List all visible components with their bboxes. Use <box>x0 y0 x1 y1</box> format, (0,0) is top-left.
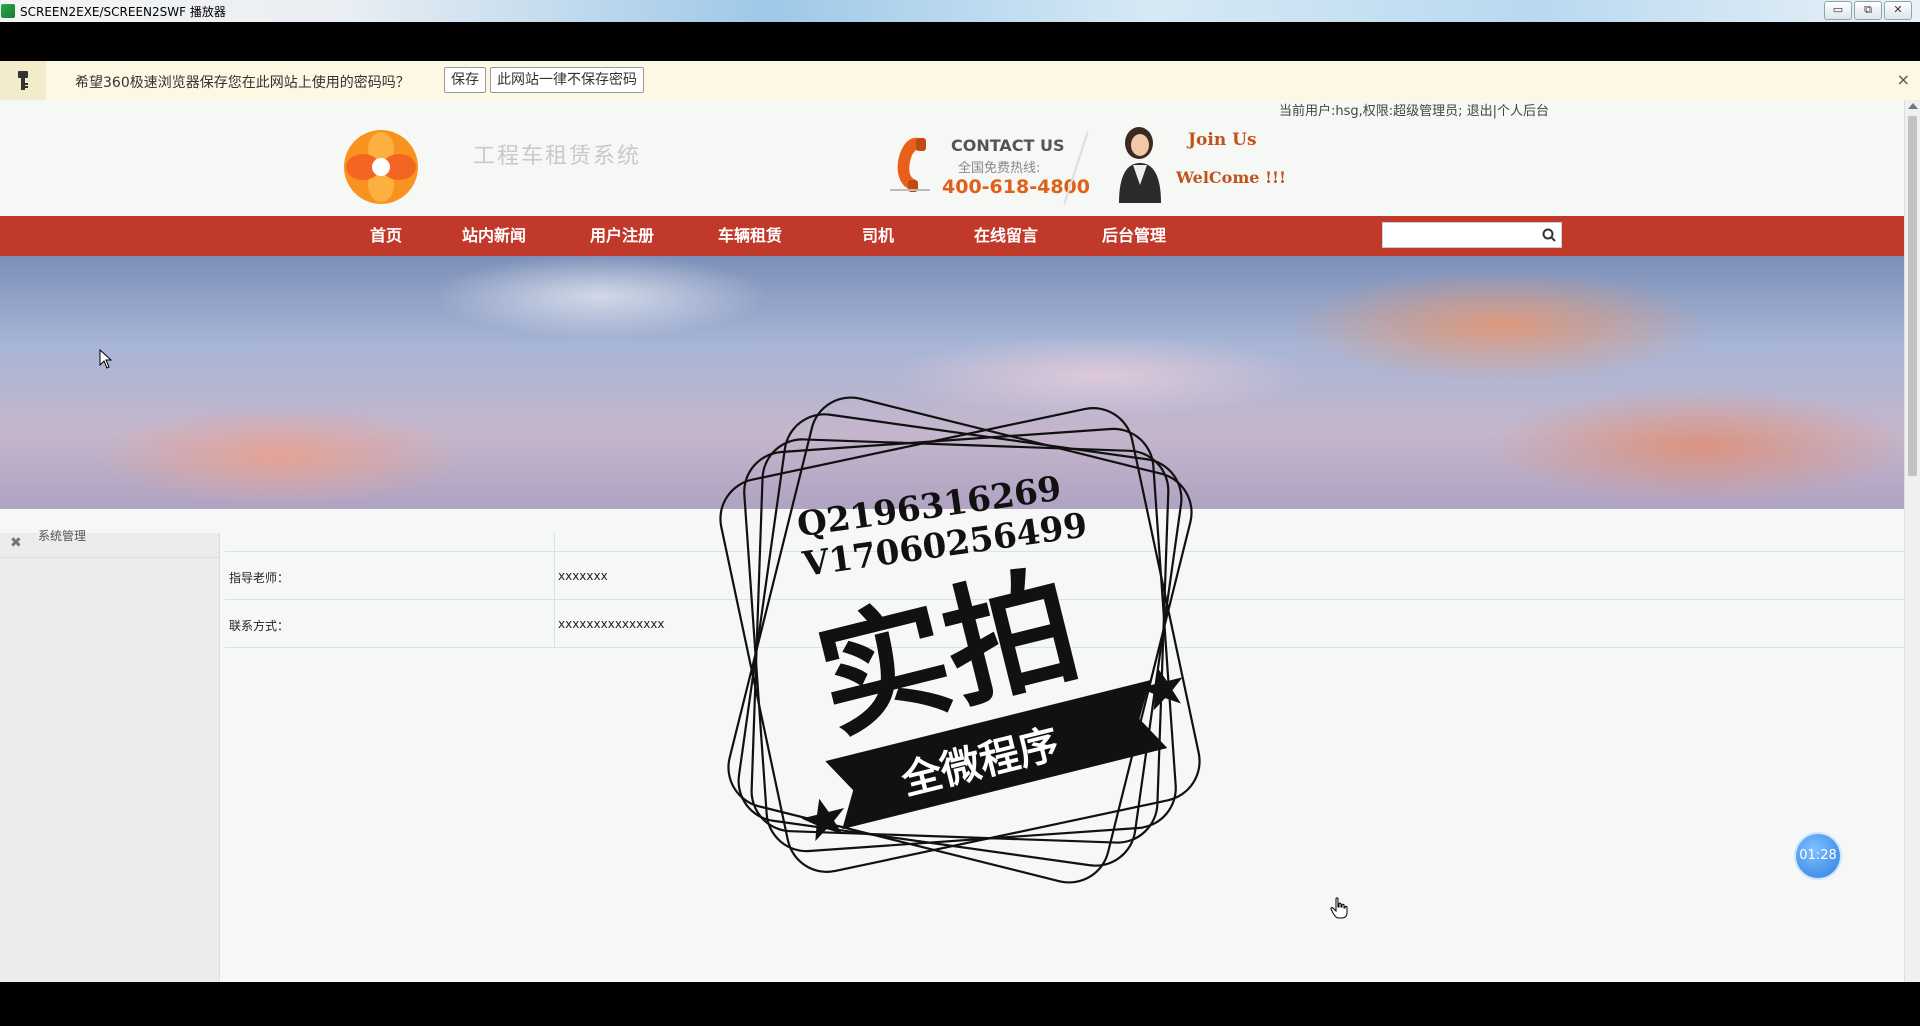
row-value: xxxxxxx <box>558 569 608 583</box>
service-person-image <box>1119 127 1161 203</box>
welcome-text: WelCome !!! <box>1176 168 1287 187</box>
minimize-button[interactable]: ▭ <box>1824 1 1852 20</box>
password-save-bar: 希望360极速浏览器保存您在此网站上使用的密码吗？ 保存 此网站一律不保存密码 … <box>0 61 1920 101</box>
nav-rental[interactable]: 车辆租赁 <box>718 216 782 256</box>
timer-badge[interactable]: 01:28 <box>1796 834 1840 878</box>
search-icon[interactable] <box>1542 228 1556 242</box>
top-letterbox <box>0 22 1920 61</box>
search-input[interactable] <box>1382 222 1562 248</box>
tools-icon: ✖ <box>10 535 22 551</box>
password-prompt-text: 希望360极速浏览器保存您在此网站上使用的密码吗？ <box>75 75 410 91</box>
bottom-letterbox <box>0 982 1920 1026</box>
nav-admin[interactable]: 后台管理 <box>1102 216 1166 256</box>
sidebar-label: 系统管理 <box>38 529 87 543</box>
close-icon[interactable]: × <box>1897 70 1910 89</box>
website: 当前用户:hsg,权限:超级管理员; 退出|个人后台 工程车租赁系统 CONTA… <box>0 100 1920 982</box>
scroll-up-icon[interactable] <box>1908 103 1918 109</box>
column-divider <box>554 600 555 647</box>
join-us-text: Join Us <box>1188 130 1257 150</box>
restore-button[interactable]: ⧉ <box>1854 1 1882 20</box>
hand-pointer-icon <box>1330 897 1348 919</box>
never-save-button[interactable]: 此网站一律不保存密码 <box>490 67 644 93</box>
column-divider <box>554 533 555 551</box>
nav-messages[interactable]: 在线留言 <box>974 216 1038 256</box>
row-label: 联系方式： <box>229 619 290 633</box>
scroll-thumb[interactable] <box>1908 116 1917 476</box>
mouse-pointer-icon <box>99 349 113 369</box>
hotline-label: 全国免费热线: <box>958 161 1041 176</box>
column-divider <box>554 552 555 599</box>
phone-icon <box>890 137 930 192</box>
watermark-stamp: Q2196316269 V17060256499 实拍 全微程序 <box>719 396 1201 884</box>
nav-register[interactable]: 用户注册 <box>590 216 654 256</box>
row-value: xxxxxxxxxxxxxxx <box>558 617 665 631</box>
app-icon <box>1 4 15 18</box>
page-scrollbar[interactable] <box>1904 100 1920 982</box>
user-info-bar[interactable]: 当前用户:hsg,权限:超级管理员; 退出|个人后台 <box>1279 100 1549 119</box>
row-label: 指导老师： <box>229 571 290 585</box>
close-window-button[interactable]: ✕ <box>1884 1 1912 20</box>
logo-icon <box>344 130 418 204</box>
nav-news[interactable]: 站内新闻 <box>462 216 526 256</box>
key-icon <box>0 61 46 100</box>
site-name: 工程车租赁系统 <box>473 144 642 169</box>
sidebar: ✖ 系统管理 <box>0 529 220 982</box>
main-nav: 首页 站内新闻 用户注册 车辆租赁 司机 在线留言 后台管理 <box>0 216 1905 256</box>
window-controls: ▭ ⧉ ✕ <box>1824 1 1912 20</box>
save-password-button[interactable]: 保存 <box>444 67 486 93</box>
player-title: SCREEN2EXE/SCREEN2SWF 播放器 <box>20 5 226 19</box>
contact-title: CONTACT US <box>951 136 1065 155</box>
nav-home[interactable]: 首页 <box>370 216 402 256</box>
nav-driver[interactable]: 司机 <box>862 216 894 256</box>
sidebar-header[interactable]: ✖ 系统管理 <box>0 529 219 558</box>
player-titlebar: SCREEN2EXE/SCREEN2SWF 播放器 ▭ ⧉ ✕ <box>0 0 1920 22</box>
